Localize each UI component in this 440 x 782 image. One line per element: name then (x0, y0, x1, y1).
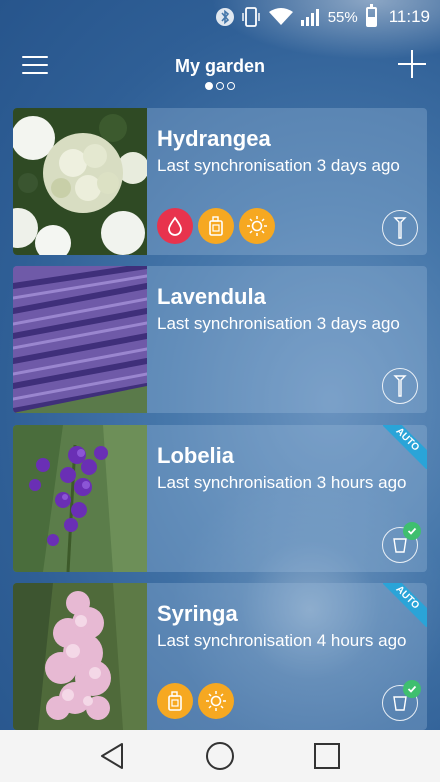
page-dot-3 (227, 82, 235, 90)
plant-sync-status: Last synchronisation 3 hours ago (157, 473, 407, 492)
plant-sync-status: Last synchronisation 3 days ago (157, 314, 400, 333)
fertilizer-bottle-icon[interactable] (198, 208, 234, 244)
plant-name: Lobelia (157, 443, 235, 468)
system-nav-bar (0, 730, 440, 782)
app-bar: My garden (0, 34, 440, 104)
water-drop-icon[interactable] (157, 208, 193, 244)
page-indicator (0, 82, 440, 90)
plant-card-lavendula[interactable]: Lavendula Last synchronisation 3 days ag… (13, 266, 427, 413)
bluetooth-icon (215, 7, 234, 27)
plant-name: Hydrangea (157, 126, 271, 151)
auto-label: AUTO (383, 583, 427, 627)
auto-ribbon: AUTO (383, 425, 427, 469)
home-icon[interactable] (200, 736, 240, 776)
sun-icon[interactable] (198, 683, 234, 719)
pot-sensor-icon[interactable] (382, 522, 421, 563)
status-bar: 55% 11:19 (0, 0, 440, 34)
plant-name: Syringa (157, 601, 238, 626)
probe-sensor-icon[interactable] (382, 210, 418, 246)
pot-sensor-icon[interactable] (382, 680, 421, 721)
plant-name: Lavendula (157, 284, 266, 309)
battery-icon (365, 4, 377, 27)
page-dot-2 (216, 82, 224, 90)
alert-badges (157, 208, 275, 244)
check-icon (403, 680, 421, 698)
plant-photo-lobelia (13, 425, 147, 572)
clock: 11:19 (388, 7, 430, 26)
plant-card-syringa[interactable]: Syringa Last synchronisation 4 hours ago… (13, 583, 427, 730)
wifi-icon (268, 7, 294, 27)
vibrate-icon (240, 6, 262, 28)
auto-label: AUTO (383, 425, 427, 469)
fertilizer-bottle-icon[interactable] (157, 683, 193, 719)
plant-photo-syringa (13, 583, 147, 730)
signal-icon (300, 7, 322, 27)
page-title: My garden (174, 56, 266, 76)
probe-sensor-icon[interactable] (382, 368, 418, 404)
page-dot-1 (205, 82, 213, 90)
check-icon (403, 522, 421, 540)
plant-sync-status: Last synchronisation 4 hours ago (157, 631, 407, 650)
plant-card-hydrangea[interactable]: Hydrangea Last synchronisation 3 days ag… (13, 108, 427, 255)
add-plant-button[interactable] (396, 48, 428, 80)
back-icon[interactable] (93, 736, 133, 776)
app-screen: 55% 11:19 My garden Hydrangea Last synch… (0, 0, 440, 730)
plant-sync-status: Last synchronisation 3 days ago (157, 156, 400, 175)
sun-icon[interactable] (239, 208, 275, 244)
recents-icon[interactable] (307, 736, 347, 776)
plant-card-lobelia[interactable]: Lobelia Last synchronisation 3 hours ago… (13, 425, 427, 572)
battery-percent: 55% (327, 8, 358, 26)
auto-ribbon: AUTO (383, 583, 427, 627)
plant-photo-lavendula (13, 266, 147, 413)
alert-badges (157, 683, 234, 719)
plant-photo-hydrangea (13, 108, 147, 255)
